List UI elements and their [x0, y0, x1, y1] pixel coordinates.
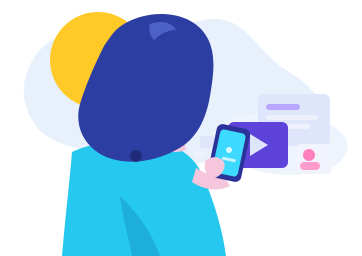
card-back-line [266, 104, 300, 110]
illustration-scene [0, 0, 362, 256]
phone-screen-dot [226, 147, 232, 153]
small-tile [200, 136, 214, 148]
small-tile-2 [194, 150, 204, 159]
ear [130, 150, 142, 162]
woman-with-phone-illustration [23, 12, 348, 256]
card-back-line-2 [266, 115, 318, 120]
avatar-icon [303, 149, 315, 161]
avatar-body [300, 162, 320, 170]
